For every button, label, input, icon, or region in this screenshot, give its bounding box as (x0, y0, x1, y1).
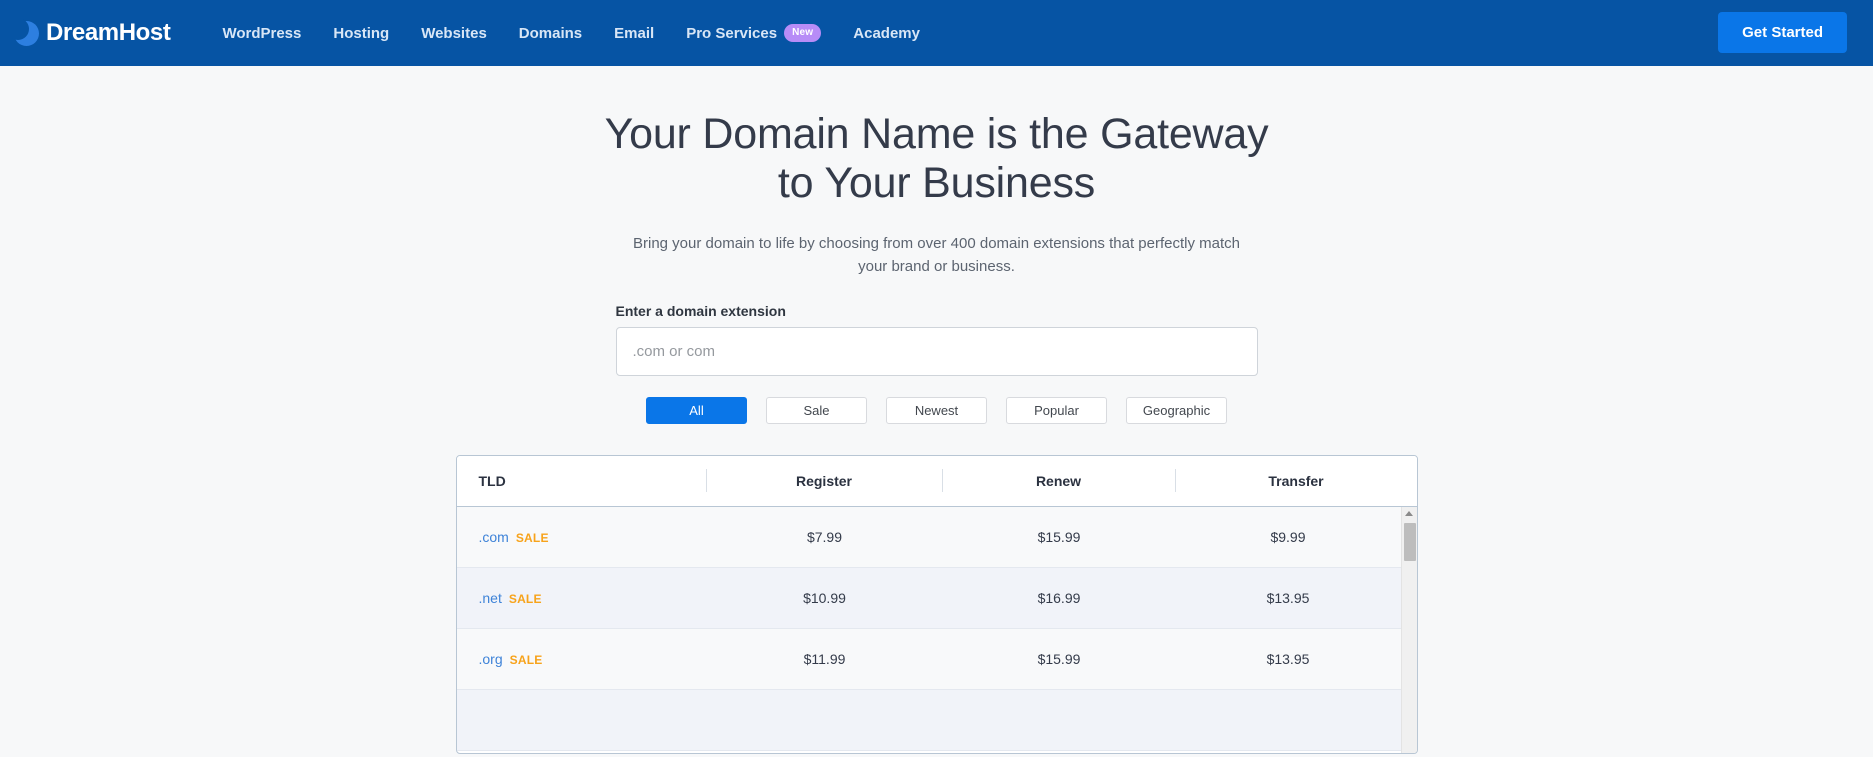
crescent-moon-icon (7, 17, 39, 46)
column-header-register: Register (707, 469, 943, 493)
filter-button-group: All Sale Newest Popular Geographic (646, 396, 1227, 424)
page-subtitle: Bring your domain to life by choosing fr… (633, 235, 1240, 276)
scroll-up-arrow-icon[interactable] (1402, 507, 1417, 521)
dreamhost-logo[interactable]: DreamHost (7, 17, 171, 47)
nav-item-pro-services[interactable]: Pro Services New (670, 16, 837, 50)
cell-renew: $15.99 (1037, 650, 1081, 667)
filter-sale[interactable]: Sale (766, 396, 867, 424)
scrollbar-thumb[interactable] (1403, 522, 1416, 561)
nav-item-email[interactable]: Email (598, 17, 670, 50)
nav-label: Domains (518, 24, 583, 42)
table-row[interactable] (456, 689, 1401, 751)
nav-item-hosting[interactable]: Hosting (317, 17, 405, 50)
table-row[interactable]: .com SALE $7.99 $15.99 $9.99 (456, 506, 1401, 568)
nav-item-websites[interactable]: Websites (405, 17, 503, 50)
cell-tld: .net SALE (457, 590, 707, 606)
column-header-transfer: Transfer (1268, 472, 1324, 489)
logo-text: DreamHost (46, 19, 171, 46)
column-header-renew: Renew (943, 469, 1176, 493)
cell-transfer: $9.99 (1270, 528, 1306, 545)
filter-geographic[interactable]: Geographic (1126, 396, 1227, 424)
nav-item-wordpress[interactable]: WordPress (206, 17, 317, 50)
domain-extension-input[interactable] (615, 326, 1258, 376)
table-scroll-area: .com SALE $7.99 $15.99 $9.99 .net SALE $… (456, 506, 1417, 753)
page-title: Your Domain Name is the Gateway to Your … (604, 110, 1269, 207)
sale-badge: SALE (508, 591, 542, 606)
nav-label: Hosting (333, 24, 390, 42)
get-started-button[interactable]: Get Started (1718, 12, 1847, 53)
cell-renew: $15.99 (1037, 528, 1081, 545)
sale-badge: SALE (515, 530, 549, 545)
cell-tld: .com SALE (457, 529, 707, 545)
tld-pricing-table: TLD Register Renew Transfer .com SALE $7… (455, 454, 1418, 754)
nav-label: Pro Services (686, 24, 778, 42)
table-row[interactable]: .net SALE $10.99 $16.99 $13.95 (456, 567, 1401, 629)
main-content: Your Domain Name is the Gateway to Your … (0, 66, 1873, 754)
nav-label: WordPress (222, 24, 302, 42)
tld-link[interactable]: .org (479, 651, 503, 667)
table-header-row: TLD Register Renew Transfer (456, 455, 1417, 507)
sale-badge: SALE (509, 652, 543, 667)
table-body: .com SALE $7.99 $15.99 $9.99 .net SALE $… (456, 506, 1401, 751)
nav-label: Academy (853, 24, 920, 42)
cell-transfer: $13.95 (1266, 589, 1310, 606)
main-navigation: WordPress Hosting Websites Domains Email… (206, 16, 936, 50)
cell-register: $11.99 (803, 650, 846, 667)
site-header: DreamHost WordPress Hosting Websites Dom… (0, 0, 1873, 66)
cell-renew: $16.99 (1037, 589, 1081, 606)
filter-popular[interactable]: Popular (1006, 396, 1107, 424)
tld-link[interactable]: .com (479, 529, 509, 545)
nav-item-academy[interactable]: Academy (837, 17, 936, 50)
nav-item-domains[interactable]: Domains (503, 17, 598, 50)
domain-extension-search: Enter a domain extension (615, 302, 1258, 376)
table-row[interactable]: .org SALE $11.99 $15.99 $13.95 (456, 628, 1401, 690)
column-header-tld: TLD (457, 469, 707, 493)
new-badge: New (784, 24, 822, 42)
search-label: Enter a domain extension (615, 302, 786, 319)
cell-register: $7.99 (806, 528, 843, 545)
cell-tld: .org SALE (457, 651, 707, 667)
tld-link[interactable]: .net (479, 590, 502, 606)
nav-label: Email (614, 24, 655, 42)
nav-label: Websites (421, 24, 487, 42)
cell-transfer: $13.95 (1266, 650, 1310, 667)
filter-all[interactable]: All (646, 396, 747, 424)
filter-newest[interactable]: Newest (886, 396, 987, 424)
table-vertical-scrollbar[interactable] (1400, 506, 1417, 753)
cell-register: $10.99 (803, 589, 846, 606)
